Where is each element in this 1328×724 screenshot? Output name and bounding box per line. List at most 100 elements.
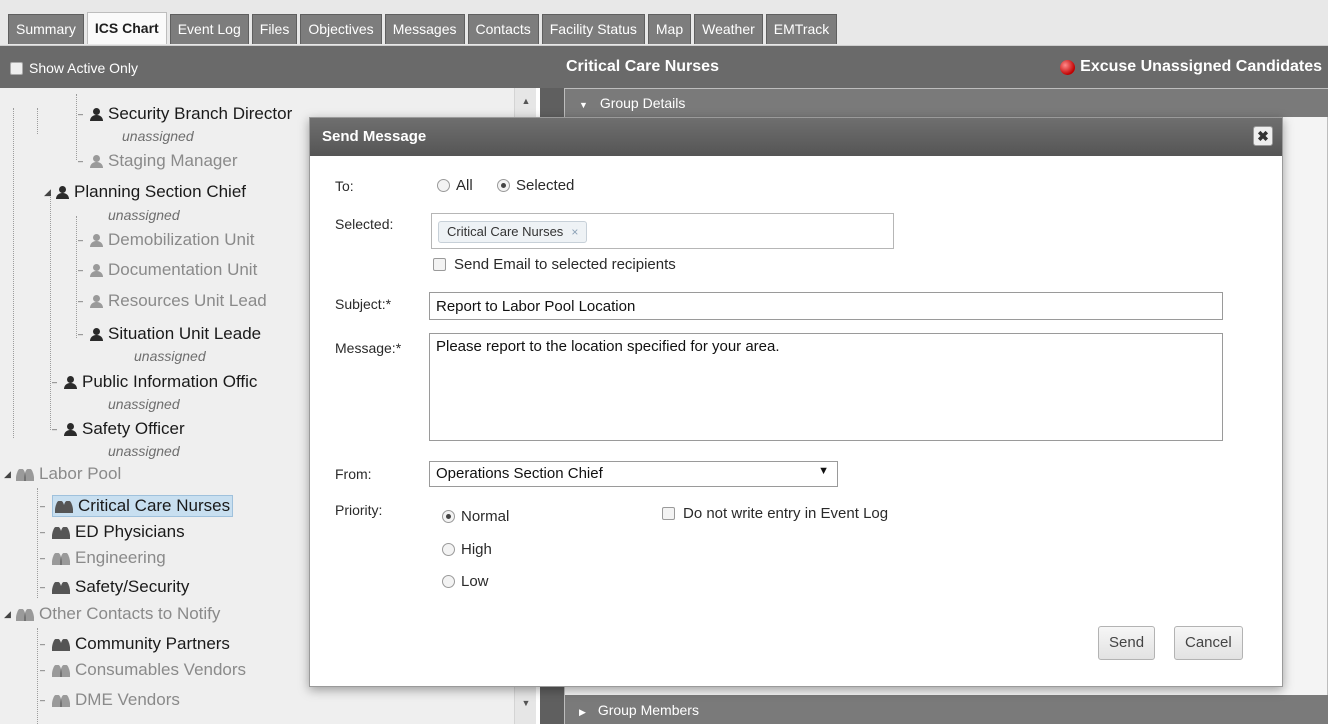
tree-connector: – <box>40 553 46 563</box>
tree-node-label: Demobilization Unit <box>108 230 255 249</box>
scroll-up-icon[interactable]: ▲ <box>515 92 536 110</box>
tree-node-label: Labor Pool <box>39 464 122 483</box>
to-all-label: All <box>456 177 473 194</box>
tree-connector: – <box>52 377 58 387</box>
send-button[interactable]: Send <box>1098 626 1156 660</box>
person-icon <box>90 107 103 121</box>
tree-node-other-contacts[interactable]: ◢ Other Contacts to Notify <box>4 604 220 624</box>
tree-node-label: Community Partners <box>75 634 230 653</box>
tab-facility-status[interactable]: Facility Status <box>541 14 645 44</box>
to-selected-label: Selected <box>516 177 575 194</box>
tree-node-labor-pool[interactable]: ◢ Labor Pool <box>4 464 121 484</box>
tree-node-critical-care[interactable]: – Critical Care Nurses <box>40 495 234 517</box>
person-icon <box>90 263 103 277</box>
to-all-radio[interactable] <box>437 179 450 192</box>
close-icon[interactable]: ✖ <box>1253 126 1273 146</box>
scroll-down-icon[interactable]: ▼ <box>515 694 536 712</box>
group-details-header[interactable]: ▼ Group Details <box>565 89 1328 117</box>
no-event-log-checkbox[interactable] <box>662 507 675 520</box>
tree-node-ed-physicians[interactable]: – ED Physicians <box>40 522 185 542</box>
to-selected-radio[interactable] <box>497 179 510 192</box>
priority-normal-option[interactable]: Normal <box>442 508 509 525</box>
person-icon <box>90 327 103 341</box>
tree-node-documentation[interactable]: – Documentation Unit <box>78 260 257 280</box>
tree-connector: – <box>78 265 84 275</box>
tab-map[interactable]: Map <box>647 14 692 44</box>
tree-node-label: DME Vendors <box>75 690 180 709</box>
tree-connector: – <box>78 156 84 166</box>
show-active-checkbox[interactable] <box>10 61 23 75</box>
tree-node-label: Staging Manager <box>108 151 238 170</box>
tree-guide <box>37 108 38 134</box>
tab-list: Summary ICS Chart Event Log Files Object… <box>8 12 840 44</box>
tab-summary[interactable]: Summary <box>8 14 84 44</box>
group-members-header[interactable]: ▶ Group Members <box>565 695 1328 724</box>
tree-node-safety-officer[interactable]: – Safety Officer <box>52 419 185 439</box>
priority-low-radio[interactable] <box>442 575 455 588</box>
tree-node-staging-manager[interactable]: – Staging Manager <box>78 151 237 171</box>
excuse-unassigned-button[interactable]: Excuse Unassigned Candidates <box>1060 58 1322 76</box>
tree-node-community-partners[interactable]: – Community Partners <box>40 634 230 654</box>
collapse-arrow-icon[interactable]: ◢ <box>44 187 54 198</box>
tree-node-engineering[interactable]: – Engineering <box>40 548 166 568</box>
tree-node-consumables[interactable]: – Consumables Vendors <box>40 660 246 680</box>
tree-node-dme-vendors[interactable]: – DME Vendors <box>40 690 180 710</box>
tree-guide <box>76 94 77 160</box>
tree-node-status: unassigned <box>134 348 206 364</box>
send-email-option[interactable]: Send Email to selected recipients <box>433 256 676 273</box>
unassigned-label: unassigned <box>108 443 180 459</box>
dialog-title-bar: Send Message <box>310 118 1282 156</box>
tree-guide <box>13 108 14 438</box>
priority-high-radio[interactable] <box>442 543 455 556</box>
tree-selected-item[interactable]: Critical Care Nurses <box>52 495 234 517</box>
tab-ics-chart[interactable]: ICS Chart <box>86 12 167 44</box>
tree-node-pio[interactable]: – Public Information Offic <box>52 372 257 392</box>
tab-contacts[interactable]: Contacts <box>467 14 539 44</box>
group-icon <box>52 552 70 565</box>
priority-normal-radio[interactable] <box>442 510 455 523</box>
group-members-label: Group Members <box>597 702 699 718</box>
tab-objectives[interactable]: Objectives <box>300 14 382 44</box>
tree-node-safety-security[interactable]: – Safety/Security <box>40 577 189 597</box>
show-active-toggle[interactable]: Show Active Only <box>10 60 138 76</box>
person-icon <box>90 154 103 168</box>
to-selected-option[interactable]: Selected <box>497 177 574 194</box>
tree-node-resources[interactable]: – Resources Unit Lead <box>78 291 267 311</box>
no-event-log-option[interactable]: Do not write entry in Event Log <box>662 505 888 522</box>
remove-tag-icon[interactable]: × <box>571 222 578 242</box>
tree-node-status: unassigned <box>108 396 180 412</box>
group-icon <box>52 581 70 594</box>
priority-low-option[interactable]: Low <box>442 573 489 590</box>
subject-input[interactable] <box>429 292 1223 320</box>
collapse-arrow-icon[interactable]: ◢ <box>4 609 14 620</box>
tab-messages[interactable]: Messages <box>384 14 465 44</box>
tree-node-situation[interactable]: – Situation Unit Leade <box>78 324 261 344</box>
tree-guide <box>76 216 77 338</box>
tab-weather[interactable]: Weather <box>694 14 763 44</box>
show-active-label: Show Active Only <box>29 60 138 76</box>
expand-right-icon: ▶ <box>579 707 586 717</box>
tree-node-security-branch[interactable]: – Security Branch Director <box>78 104 292 124</box>
tab-files[interactable]: Files <box>251 14 298 44</box>
recipient-tag-input[interactable]: Critical Care Nurses × <box>431 213 894 249</box>
to-all-option[interactable]: All <box>437 177 473 194</box>
from-select[interactable]: Operations Section Chief ▼ <box>429 461 838 487</box>
group-icon <box>16 608 34 621</box>
tree-connector: – <box>40 582 46 592</box>
tree-node-demobilization[interactable]: – Demobilization Unit <box>78 230 254 250</box>
tree-node-label: Documentation Unit <box>108 260 258 279</box>
tree-connector: – <box>78 296 84 306</box>
group-icon <box>16 468 34 481</box>
tree-node-label: Safety Officer <box>82 419 185 438</box>
send-email-checkbox[interactable] <box>433 258 446 271</box>
priority-high-label: High <box>461 541 492 558</box>
priority-high-option[interactable]: High <box>442 541 492 558</box>
collapse-arrow-icon[interactable]: ◢ <box>4 469 14 480</box>
cancel-button[interactable]: Cancel <box>1174 626 1243 660</box>
tree-node-planning-chief[interactable]: ◢ Planning Section Chief <box>44 182 246 202</box>
tab-emtrack[interactable]: EMTrack <box>765 14 838 44</box>
tree-connector: – <box>78 235 84 245</box>
tree-node-partial[interactable] <box>84 88 89 100</box>
tab-event-log[interactable]: Event Log <box>169 14 249 44</box>
message-textarea[interactable]: Please report to the location specified … <box>429 333 1223 441</box>
